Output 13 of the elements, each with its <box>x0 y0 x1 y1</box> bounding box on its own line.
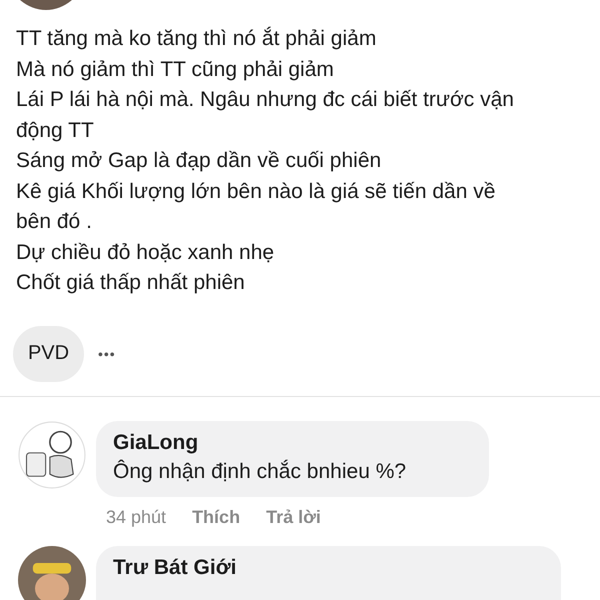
comment-time: 34 phút <box>106 506 166 528</box>
post-text-line: TT tăng mà ko tăng thì nó ắt phải giảm <box>16 26 378 52</box>
post-text-line: Sáng mở Gap là đạp dần về cuối phiên <box>16 148 382 174</box>
post-text-line: Dự chiều đỏ hoặc xanh nhẹ <box>16 240 276 266</box>
post-text-line: Lái P lái hà nội mà. Ngâu nhưng đc cái biết trước vận động TT <box>16 87 515 144</box>
post-text-line: Chốt giá thấp nhất phiên <box>16 270 246 296</box>
hashtag-chip[interactable]: PVD <box>13 326 84 382</box>
comment-text: Ông nhận định chắc bnhieu %? <box>113 458 408 484</box>
more-button[interactable]: ••• <box>98 346 116 362</box>
comment-author[interactable]: GiaLong <box>113 428 471 456</box>
post-text-line: Mà nó giảm thì TT cũng phải giảm <box>16 56 335 82</box>
comment-author[interactable]: Trư Bát Giới <box>113 554 543 582</box>
post-text-line: Kê giá Khối lượng lớn bên nào là giá sẽ tiến dần về bên đó . <box>16 178 496 235</box>
